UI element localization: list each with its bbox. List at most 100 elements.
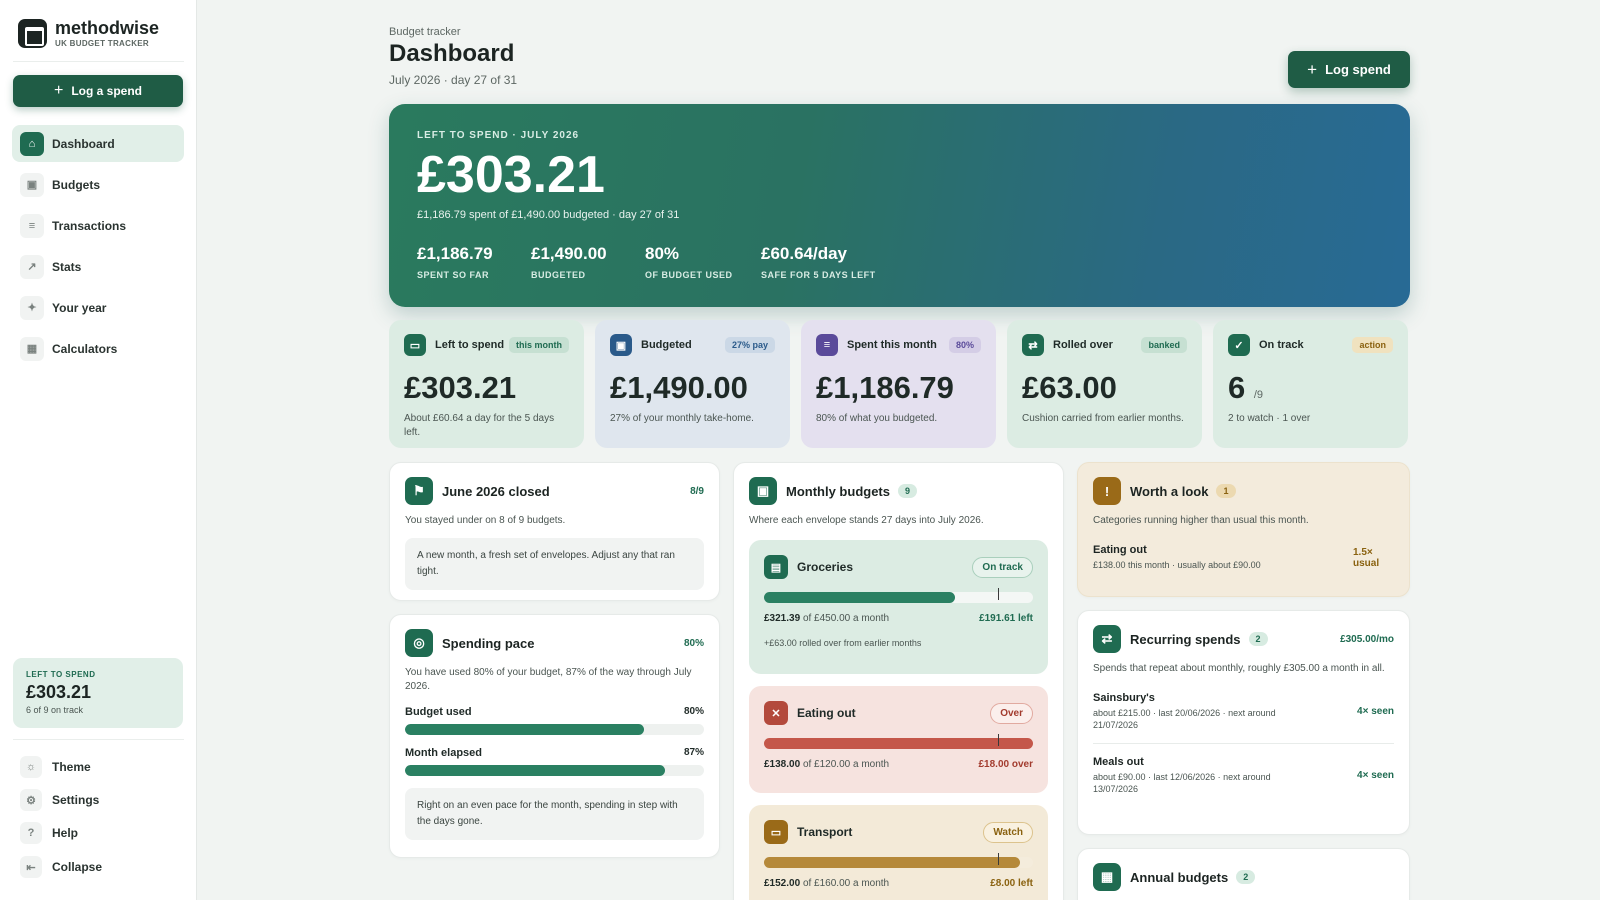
- hero-stat-value: £1,186.79: [417, 244, 493, 263]
- stat-value: 6 /9: [1228, 370, 1264, 405]
- envelope-rollover: +£63.00 rolled over from earlier months: [764, 638, 922, 648]
- card-total: £305.00/mo: [1340, 633, 1394, 645]
- recurring-item[interactable]: Meals out about £90.00 · last 12/06/2026 …: [1093, 744, 1394, 807]
- help-button[interactable]: ? Help: [20, 822, 78, 844]
- card-desc: Categories running higher than usual thi…: [1093, 515, 1309, 526]
- stat-badge: banked: [1141, 337, 1187, 353]
- worth-item[interactable]: Eating out £138.00 this month · usually a…: [1093, 544, 1394, 571]
- hero-sub: £1,186.79 spent of £1,490.00 budgeted · …: [417, 209, 680, 221]
- today-marker: [998, 734, 1000, 746]
- card-title: Monthly budgets: [786, 483, 890, 499]
- hero-stat-label: OF BUDGET USED: [645, 270, 733, 280]
- settings-button[interactable]: ⚙ Settings: [20, 789, 99, 811]
- stat-card-on-track[interactable]: ✓ On track action 6 /9 2 to watch · 1 over: [1213, 320, 1408, 448]
- stat-badge: this month: [509, 337, 569, 353]
- stat-card-spent[interactable]: ≡ Spent this month 80% £1,186.79 80% of wh…: [801, 320, 996, 448]
- hero-stat-label: BUDGETED: [531, 270, 586, 280]
- annual-budgets-card: ▦ Annual budgets 2: [1077, 848, 1410, 900]
- help-icon: ?: [20, 822, 42, 844]
- card-count: 2: [1236, 870, 1256, 884]
- summary-sub: 6 of 9 on track: [26, 705, 84, 715]
- breadcrumb[interactable]: Budget tracker: [389, 26, 461, 38]
- envelope-transport[interactable]: ▭ Transport Watch £152.00 of £160.00 a mon…: [749, 805, 1048, 900]
- recurring-item[interactable]: Sainsbury's about £215.00 · last 20/06/20…: [1093, 680, 1394, 744]
- stat-value: £1,490.00: [610, 370, 748, 405]
- month-elapsed-fill: [405, 765, 666, 776]
- today-marker: [998, 853, 1000, 865]
- hero-stat: 80% OF BUDGET USED: [645, 244, 761, 280]
- envelope-name: Groceries: [797, 560, 854, 574]
- stat-title: Spent this month: [847, 339, 937, 351]
- sidebar-item-label: Your year: [52, 300, 107, 315]
- card-title: June 2026 closed: [442, 483, 550, 499]
- receipt-icon: ≡: [816, 334, 838, 356]
- stat-card-budgeted[interactable]: ▣ Budgeted 27% pay £1,490.00 27% of your m…: [595, 320, 790, 448]
- month-elapsed-row: Month elapsed 87%: [405, 747, 704, 759]
- brand[interactable]: methodwise UK BUDGET TRACKER: [18, 19, 159, 48]
- theme-button[interactable]: ☼ Theme: [20, 756, 91, 778]
- sidebar-item-stats[interactable]: ↗ Stats: [12, 248, 184, 285]
- stat-title: On track: [1259, 339, 1304, 351]
- log-spend-label: Log spend: [1325, 62, 1391, 77]
- envelope-left: £191.61 left: [979, 613, 1033, 624]
- month-elapsed-bar: [405, 765, 704, 776]
- log-a-spend-button[interactable]: + Log a spend: [13, 75, 183, 107]
- recurring-item-name: Sainsbury's: [1093, 692, 1155, 704]
- sidebar-item-budgets[interactable]: ▣ Budgets: [12, 166, 184, 203]
- status-badge: Over: [990, 702, 1033, 724]
- envelope-spent: £138.00 of £120.00 a month: [764, 759, 890, 770]
- stat-title: Budgeted: [641, 339, 692, 351]
- stat-value: £63.00: [1022, 370, 1117, 405]
- envelope-fill: [764, 738, 1033, 749]
- stat-value: £1,186.79: [816, 370, 954, 405]
- card-title: Spending pace: [442, 635, 535, 651]
- stat-card-left-to-spend[interactable]: ▭ Left to spend this month £303.21 About £…: [389, 320, 584, 448]
- wallet-icon: ▣: [749, 477, 777, 505]
- recurring-item-tag: 4× seen: [1357, 770, 1394, 781]
- sidebar-item-your-year[interactable]: ✦ Your year: [12, 289, 184, 326]
- alert-icon: !: [1093, 477, 1121, 505]
- status-badge: Watch: [983, 821, 1033, 843]
- spending-pace-card: ◎ Spending pace 80% You have used 80% of y…: [389, 614, 720, 858]
- stat-badge: 27% pay: [724, 337, 775, 353]
- envelope-eating-out[interactable]: ✕ Eating out Over £138.00 of £120.00 a mon…: [749, 686, 1048, 793]
- divider: [13, 739, 184, 740]
- sparkle-icon: ✦: [20, 295, 44, 320]
- collapse-icon: ⇤: [20, 856, 42, 878]
- stat-desc: Cushion carried from earlier months.: [1022, 413, 1184, 424]
- sidebar-item-calculators[interactable]: ▦ Calculators: [12, 330, 184, 367]
- sidebar-item-transactions[interactable]: ≡ Transactions: [12, 207, 184, 244]
- sidebar-item-dashboard[interactable]: ⌂ Dashboard: [12, 125, 184, 162]
- check-icon: ✓: [1228, 334, 1250, 356]
- stat-title: Left to spend: [435, 339, 505, 351]
- receipt-icon: ≡: [20, 213, 44, 238]
- card-count: 1: [1216, 484, 1236, 498]
- worth-item-tag: 1.5× usual: [1353, 546, 1380, 569]
- card-note: Right on an even pace for the month, spe…: [405, 788, 704, 840]
- hero-stat: £60.64/day SAFE FOR 5 DAYS LEFT: [761, 244, 901, 280]
- envelope-groceries[interactable]: ▤ Groceries On track £321.39 of £450.00 a …: [749, 540, 1048, 674]
- recurring-item-sub: about £90.00 · last 12/06/2026 · next ar…: [1093, 772, 1271, 794]
- card-count: 9: [898, 484, 918, 498]
- envelope-name: Transport: [797, 825, 853, 839]
- target-icon: ◎: [405, 629, 433, 657]
- logo-icon: [18, 19, 47, 48]
- card-desc: You have used 80% of your budget, 87% of…: [405, 667, 692, 692]
- flag-icon: ⚑: [405, 477, 433, 505]
- calendar-icon: ▦: [1093, 863, 1121, 891]
- brand-name: methodwise: [55, 18, 160, 38]
- card-count: 8/9: [690, 485, 704, 497]
- envelope-fill: [764, 592, 955, 603]
- budget-used-fill: [405, 724, 645, 735]
- page-title: Dashboard: [389, 40, 515, 67]
- card-count: 2: [1248, 632, 1268, 646]
- collapse-button[interactable]: ⇤ Collapse: [20, 856, 102, 878]
- divider: [13, 61, 184, 62]
- gear-icon: ⚙: [20, 789, 42, 811]
- plus-icon: +: [1307, 59, 1318, 79]
- log-spend-button[interactable]: + Log spend: [1288, 51, 1410, 88]
- trend-icon: ↗: [20, 254, 44, 279]
- summary-label: LEFT TO SPEND: [26, 670, 96, 679]
- stat-card-rolled-over[interactable]: ⇄ Rolled over banked £63.00 Cushion carrie…: [1007, 320, 1202, 448]
- worth-item-sub: £138.00 this month · usually about £90.0…: [1093, 560, 1261, 570]
